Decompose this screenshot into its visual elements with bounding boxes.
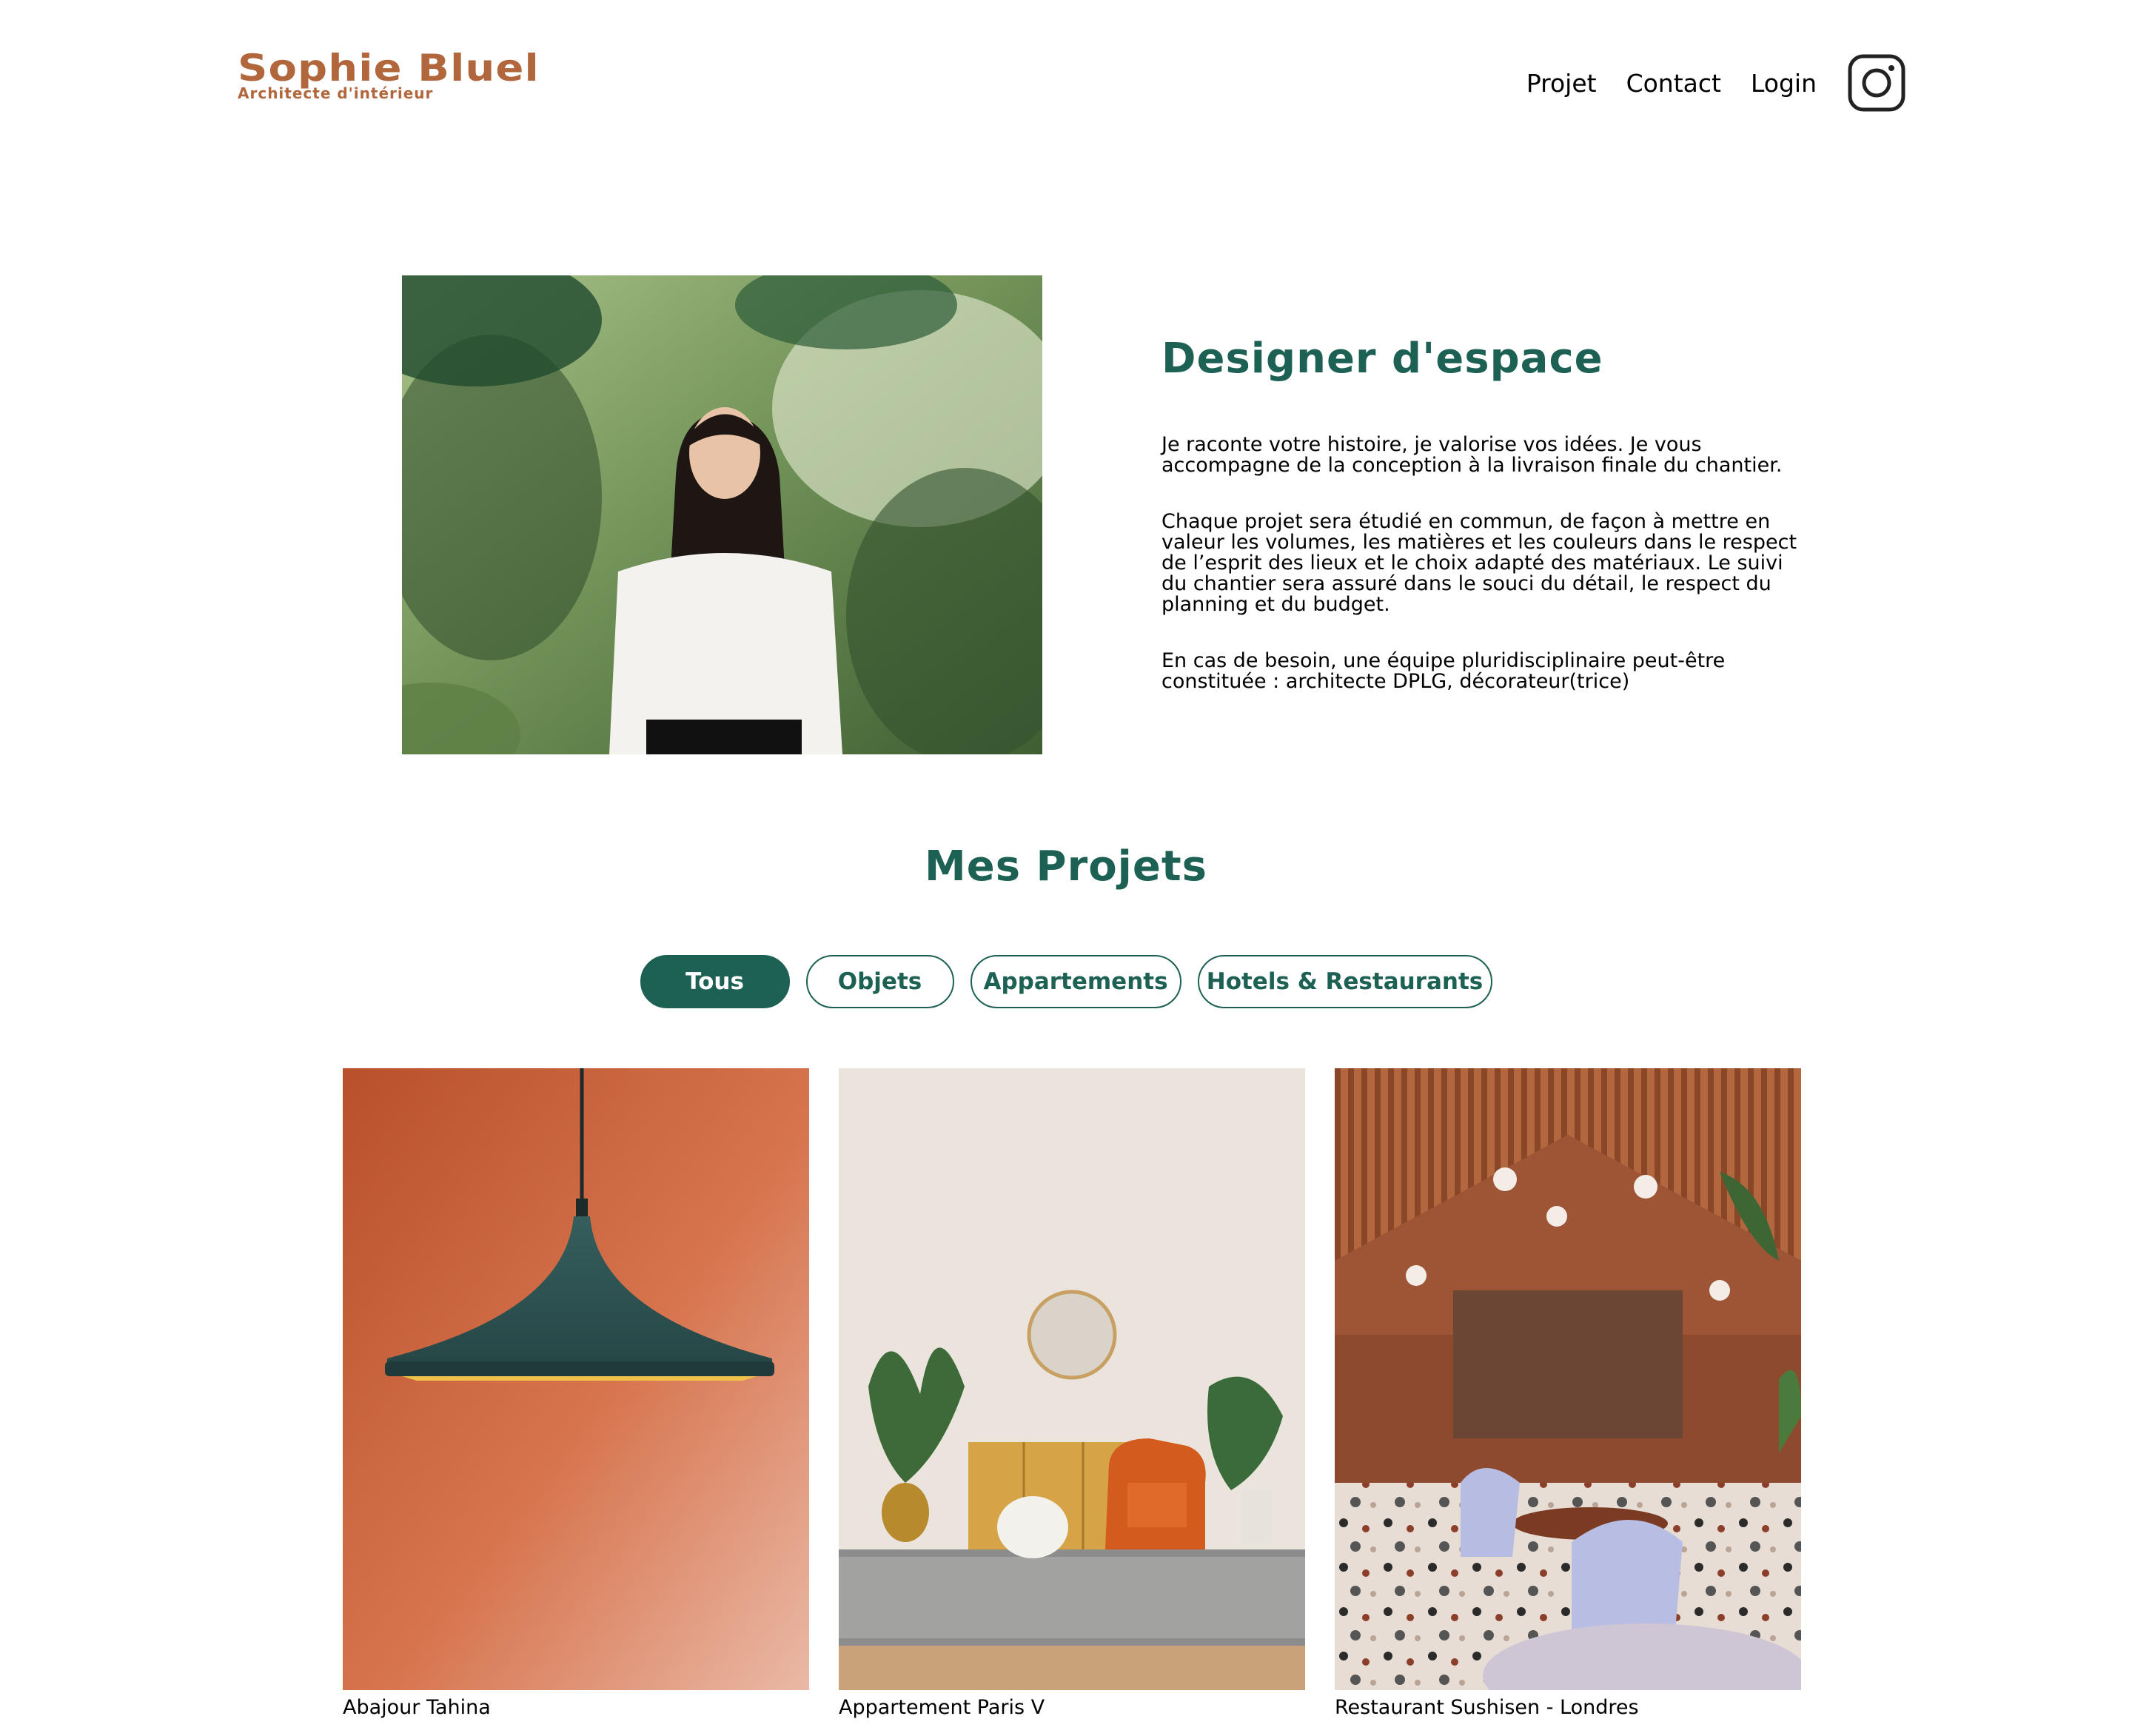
site-logo[interactable]: Sophie Bluel Architecte d'intérieur [238,47,539,101]
instagram-icon[interactable] [1848,54,1905,112]
intro-title: Designer d'espace [1161,335,1603,383]
intro-paragraph: Chaque projet sera étudié en commun, de … [1161,510,1797,616]
project-caption: Restaurant Sushisen - Londres [1335,1696,1639,1719]
filter-bar: Tous Objets Appartements Hotels & Restau… [0,955,2132,1008]
logo-name: Sophie Bluel [238,47,540,90]
project-caption: Appartement Paris V [839,1696,1045,1719]
project-card[interactable]: Appartement Paris V [839,1068,1305,1719]
project-card[interactable]: Restaurant Sushisen - Londres [1335,1068,1801,1719]
nav-link-contact[interactable]: Contact [1626,69,1721,98]
projects-title: Mes Projets [925,842,1207,891]
nav-link-login[interactable]: Login [1751,69,1817,98]
filter-hotels-restaurants[interactable]: Hotels & Restaurants [1197,955,1492,1008]
filter-tous[interactable]: Tous [640,955,790,1008]
project-image[interactable] [343,1068,809,1690]
intro-paragraph: Je raconte votre histoire, je valorise v… [1161,433,1783,477]
portrait-photo [402,275,1042,754]
intro-section: Designer d'espace Je raconte votre histo… [1161,335,1798,728]
project-image[interactable] [839,1068,1305,1690]
project-image[interactable] [1335,1068,1801,1690]
filter-objets[interactable]: Objets [805,955,954,1008]
project-gallery: Abajour Tahina Appartement Paris V Resta… [343,1068,1801,1719]
nav-link-projet[interactable]: Projet [1526,69,1597,98]
intro-paragraph: En cas de besoin, une équipe pluridiscip… [1161,649,1726,693]
main-nav: Projet Contact Login [1526,47,1905,118]
project-card[interactable]: Abajour Tahina [343,1068,809,1719]
project-caption: Abajour Tahina [343,1696,491,1719]
filter-appartements[interactable]: Appartements [970,955,1181,1008]
